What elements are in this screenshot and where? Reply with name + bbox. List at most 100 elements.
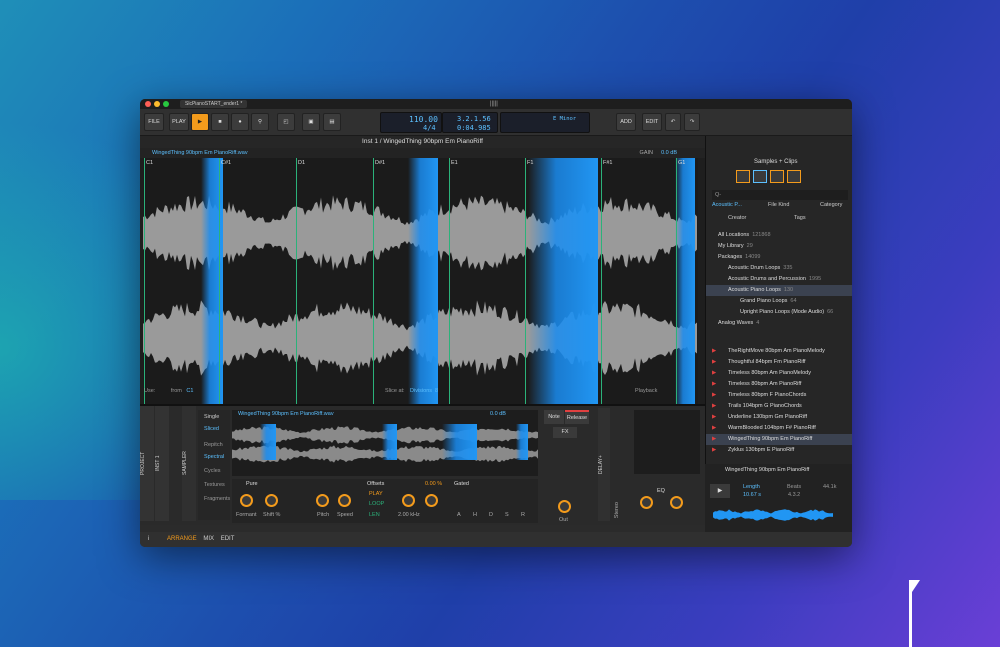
zoom-dot[interactable] — [163, 101, 169, 107]
key-display[interactable]: E Minor — [500, 112, 590, 133]
file-item[interactable]: ▶ Trails 104bpm G PianoChords — [706, 401, 852, 412]
arrange-tab[interactable]: ARRANGE — [167, 536, 197, 542]
layout-button[interactable]: ▤ — [323, 113, 341, 131]
file-item[interactable]: ▶ Timeless 80bpm F PianoChords — [706, 390, 852, 401]
fx-button[interactable]: FX — [553, 427, 577, 438]
file-item[interactable]: ▶ Timeless 80bpm Am PianoRiff — [706, 379, 852, 390]
mode-repitch[interactable]: Repitch — [198, 434, 230, 450]
clip-file-name[interactable]: WingedThing 90bpm Em PianoRiff.wav — [152, 150, 248, 156]
mix-tab[interactable]: MIX — [203, 536, 214, 542]
tree-item[interactable]: Grand Piano Loops 64 — [706, 296, 852, 307]
key-value[interactable]: E Minor — [553, 116, 576, 122]
record-button[interactable]: ● — [231, 113, 249, 131]
speed-knob[interactable] — [338, 494, 351, 507]
pure-label[interactable]: Pure — [246, 481, 258, 487]
file-item[interactable]: ▶ Zyklus 130bpm E PianoRiff — [706, 445, 852, 456]
out-knob[interactable] — [558, 500, 571, 513]
delay-knob[interactable] — [640, 496, 653, 509]
position-display[interactable]: 3.2.1.56 0:04.985 — [442, 112, 498, 133]
delay-display[interactable] — [634, 410, 700, 474]
tree-item[interactable]: Acoustic Drums and Percussion 1995 — [706, 274, 852, 285]
mode-textures[interactable]: Textures — [198, 478, 230, 492]
tree-item[interactable]: Acoustic Drum Loops 335 — [706, 263, 852, 274]
tree-item[interactable]: Upright Piano Loops (Mode Audio) 66 — [706, 307, 852, 318]
tree-item[interactable]: All Locations 121868 — [706, 230, 852, 241]
slice-marker[interactable] — [676, 158, 677, 413]
pitch-knob[interactable] — [316, 494, 329, 507]
tree-item[interactable]: Analog Waves 4 — [706, 318, 852, 329]
play-menu-button[interactable]: PLAY — [169, 113, 189, 131]
info-icon[interactable]: i — [148, 536, 149, 542]
pct-value[interactable]: 0.00 % — [425, 481, 442, 487]
filter-filekind[interactable]: File Kind — [768, 202, 789, 208]
undo-button[interactable]: ↶ — [665, 113, 681, 131]
type-tab-icon[interactable] — [736, 170, 750, 183]
preview-wave[interactable] — [713, 508, 833, 522]
redo-button[interactable]: ↷ — [684, 113, 700, 131]
play-button[interactable]: ▶ — [191, 113, 209, 131]
minimize-dot[interactable] — [154, 101, 160, 107]
loop-toggle[interactable]: LOOP — [369, 501, 384, 507]
automation-button[interactable]: ⚲ — [251, 113, 269, 131]
mode-sliced[interactable]: Sliced — [198, 424, 230, 434]
play-toggle[interactable]: PLAY — [369, 491, 383, 497]
mode-single[interactable]: Single — [198, 410, 230, 424]
slice-marker[interactable] — [449, 158, 450, 413]
browser-search[interactable]: Q- — [712, 190, 848, 200]
from-value[interactable]: C1 — [186, 388, 193, 394]
type-tab-icon[interactable] — [787, 170, 801, 183]
slice-mode[interactable]: Divisions — [410, 385, 432, 397]
formant-knob[interactable] — [240, 494, 253, 507]
project-label[interactable]: PROJECT — [140, 406, 154, 521]
slice-marker[interactable] — [144, 158, 145, 413]
stop-button[interactable]: ■ — [211, 113, 229, 131]
time-signature[interactable]: 4/4 — [423, 124, 436, 132]
add-button[interactable]: ADD — [616, 113, 636, 131]
cutoff-knob[interactable] — [402, 494, 415, 507]
file-item[interactable]: ▶ Thoughtful 84bpm Fm PianoRiff — [706, 357, 852, 368]
inst-label[interactable]: INST 1 — [155, 406, 169, 521]
file-item[interactable]: ▶ Timeless 80bpm Am PianoMelody — [706, 368, 852, 379]
metronome-button[interactable]: ◰ — [277, 113, 295, 131]
release-button[interactable]: Release — [565, 410, 589, 424]
preview-play-button[interactable]: ▶ — [710, 484, 730, 498]
filter-location[interactable]: Acoustic P... — [712, 202, 742, 208]
filter-tags[interactable]: Tags — [794, 215, 806, 221]
file-item[interactable]: ▶ WingedThing 90bpm Em PianoRiff — [706, 434, 852, 445]
shift-knob[interactable] — [265, 494, 278, 507]
waveform[interactable]: C1 C#1 D1 D#1 E1 F1 F#1 G1 — [143, 158, 698, 413]
filter-category[interactable]: Category — [820, 202, 842, 208]
tree-item[interactable]: My Library 29 — [706, 241, 852, 252]
edit-button[interactable]: EDIT — [642, 113, 662, 131]
mode-fragments[interactable]: Fragments — [198, 492, 230, 506]
slice-marker[interactable] — [296, 158, 297, 413]
filter-creator[interactable]: Creator — [728, 215, 746, 221]
project-tab[interactable]: SlcPianoSTART_ender1 * — [180, 100, 248, 108]
slice-region[interactable] — [528, 158, 598, 413]
tree-item[interactable]: Acoustic Piano Loops 130 — [706, 285, 852, 296]
tempo-value[interactable]: 110.00 — [409, 115, 438, 124]
panel-button[interactable]: ▣ — [302, 113, 320, 131]
slice-marker[interactable] — [373, 158, 374, 413]
gated-label[interactable]: Gated — [454, 481, 469, 487]
slice-marker[interactable] — [525, 158, 526, 413]
edit-tab[interactable]: EDIT — [221, 536, 235, 542]
slice-region[interactable] — [408, 158, 438, 413]
file-button[interactable]: FILE — [144, 113, 164, 131]
mode-spectral[interactable]: Spectral — [198, 450, 230, 464]
slice-count[interactable]: 8 — [435, 385, 438, 397]
sampler-wave[interactable]: WingedThing 90bpm Em PianoRiff.wav 0.0 d… — [232, 410, 538, 476]
gain-value[interactable]: 0.0 dB — [661, 148, 677, 158]
slice-marker[interactable] — [601, 158, 602, 413]
note-button[interactable]: Note — [544, 410, 564, 424]
delay-knob[interactable] — [670, 496, 683, 509]
slice-region[interactable] — [675, 158, 695, 413]
resonance-knob[interactable] — [425, 494, 438, 507]
file-item[interactable]: ▶ Underline 130bpm Gm PianoRiff — [706, 412, 852, 423]
file-item[interactable]: ▶ TheRightMove 80bpm Am PianoMelody — [706, 346, 852, 357]
tree-item[interactable]: Packages 14099 — [706, 252, 852, 263]
mode-cycles[interactable]: Cycles — [198, 464, 230, 478]
len-toggle[interactable]: LEN — [369, 512, 380, 518]
type-tab-icon[interactable] — [770, 170, 784, 183]
type-tab-icon[interactable] — [753, 170, 767, 183]
